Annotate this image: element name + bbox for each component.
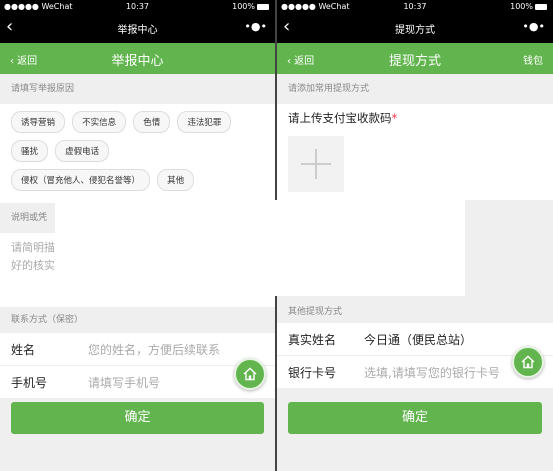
nav-bar: ‹ 返回 提现方式 钱包 bbox=[277, 43, 553, 74]
name-label: 姓名 bbox=[11, 343, 36, 357]
tag-7[interactable]: 侵权（冒充他人、侵犯名誉等） bbox=[11, 169, 151, 191]
other-withdraw-label: 其他提现方式 bbox=[288, 307, 343, 317]
contact-label: 联系方式（保密） bbox=[11, 315, 84, 325]
battery-indicator: 100% bbox=[232, 2, 269, 11]
realname-label: 真实姓名 bbox=[288, 333, 337, 347]
wechat-title: 提现方式 bbox=[395, 25, 435, 36]
tag-5[interactable]: 骚扰 bbox=[11, 140, 49, 162]
name-input[interactable]: 您的姓名，方便后续联系 bbox=[88, 341, 220, 358]
realname-row[interactable]: 真实姓名 今日通（便民总站） bbox=[277, 323, 553, 356]
phone-input[interactable]: 请填写手机号 bbox=[88, 374, 160, 391]
name-row[interactable]: 姓名 您的姓名，方便后续联系 bbox=[0, 333, 275, 366]
wechat-title: 举报中心 bbox=[117, 25, 158, 36]
upload-plus-button[interactable] bbox=[288, 136, 344, 192]
required-star: * bbox=[391, 111, 398, 125]
tag-4[interactable]: 违法犯罪 bbox=[177, 111, 232, 133]
upload-card: 请上传支付宝收款码* bbox=[277, 104, 553, 200]
tag-2[interactable]: 不实信息 bbox=[72, 111, 127, 133]
reason-label: 请填写举报原因 bbox=[11, 84, 75, 94]
more-dots-icon[interactable]: •●• bbox=[522, 20, 545, 33]
reason-tags: 诱导营销 不实信息 色情 违法犯罪 骚扰 虚假电话 侵权（冒充他人、侵犯名誉等）… bbox=[0, 104, 275, 203]
phone-label: 手机号 bbox=[11, 376, 48, 390]
battery-icon bbox=[257, 3, 269, 10]
upload-title: 请上传支付宝收款码* bbox=[288, 111, 398, 125]
tag-6[interactable]: 虚假电话 bbox=[55, 140, 110, 162]
confirm-button[interactable]: 确定 bbox=[11, 402, 264, 434]
nav-bar: ‹ 返回 举报中心 bbox=[0, 43, 275, 74]
wallet-link[interactable]: 钱包 bbox=[523, 52, 543, 67]
home-float-button[interactable] bbox=[512, 346, 544, 378]
occluding-blank-panel bbox=[55, 200, 465, 296]
wechat-title-bar: ‹ 举报中心 •●• bbox=[0, 13, 275, 43]
tag-1[interactable]: 诱导营销 bbox=[11, 111, 66, 133]
realname-value[interactable]: 今日通（便民总站） bbox=[364, 331, 472, 348]
bank-label: 银行卡号 bbox=[288, 366, 337, 380]
wechat-title-bar: ‹ 提现方式 •●• bbox=[277, 13, 553, 43]
status-bar: ●●●●● WeChat 10:37 100% bbox=[0, 0, 275, 13]
withdraw-section-label: 请添加常用提现方式 bbox=[288, 84, 370, 94]
confirm-button[interactable]: 确定 bbox=[288, 402, 542, 434]
page-title: 举报中心 bbox=[111, 54, 164, 69]
more-dots-icon[interactable]: •●• bbox=[244, 20, 267, 33]
home-float-button[interactable] bbox=[234, 358, 266, 390]
home-icon bbox=[243, 367, 257, 381]
status-bar: ●●●●● WeChat 10:37 100% bbox=[277, 0, 553, 13]
home-icon bbox=[521, 355, 535, 369]
page-title: 提现方式 bbox=[388, 54, 441, 69]
other-withdraw-form: 真实姓名 今日通（便民总站） 银行卡号 选填,请填写您的银行卡号 bbox=[277, 323, 553, 389]
contact-form: 姓名 您的姓名，方便后续联系 手机号 请填写手机号 bbox=[0, 333, 275, 399]
battery-indicator: 100% bbox=[510, 2, 547, 11]
battery-icon bbox=[535, 3, 547, 10]
tag-3[interactable]: 色情 bbox=[133, 111, 171, 133]
bank-input[interactable]: 选填,请填写您的银行卡号 bbox=[364, 364, 500, 381]
tag-8[interactable]: 其他 bbox=[157, 169, 195, 191]
